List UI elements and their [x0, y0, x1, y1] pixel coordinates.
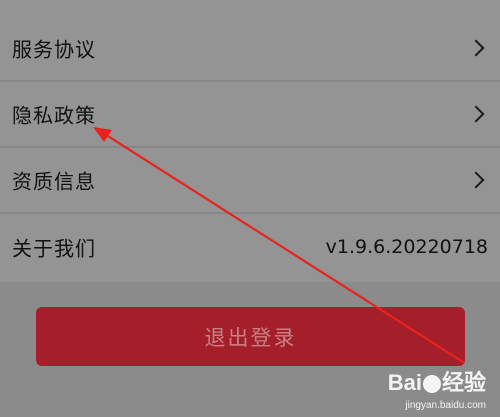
chevron-right-icon: [467, 39, 485, 57]
watermark-brand: Bai 经验: [388, 365, 486, 397]
menu-item-qualification-info[interactable]: 资质信息: [0, 148, 500, 214]
chevron-right-icon: [467, 171, 485, 189]
menu-item-label: 关于我们: [12, 236, 96, 261]
watermark-url: jingyan.baidu.com: [405, 400, 486, 411]
watermark-brand-left: Bai: [387, 370, 422, 395]
logout-button[interactable]: 退出登录: [36, 307, 465, 366]
chevron-right-icon: [467, 105, 485, 123]
app-version-text: v1.9.6.20220718: [325, 236, 488, 258]
watermark-brand-right: 经验: [441, 370, 486, 395]
settings-menu-list: 服务协议 隐私政策 资质信息 关于我们 v1.9.6.20220718: [0, 0, 500, 282]
paw-icon: [422, 375, 441, 394]
menu-item-label: 隐私政策: [12, 103, 96, 128]
menu-item-service-agreement[interactable]: 服务协议: [0, 16, 500, 82]
menu-item-about-us: 关于我们 v1.9.6.20220718: [0, 214, 500, 280]
menu-item-label: 资质信息: [12, 169, 96, 194]
logout-button-label: 退出登录: [204, 325, 297, 350]
menu-item-privacy-policy[interactable]: 隐私政策: [0, 82, 500, 148]
baidu-jingyan-watermark: Bai 经验 jingyan.baidu.com: [344, 363, 494, 413]
menu-item-label: 服务协议: [12, 37, 96, 62]
